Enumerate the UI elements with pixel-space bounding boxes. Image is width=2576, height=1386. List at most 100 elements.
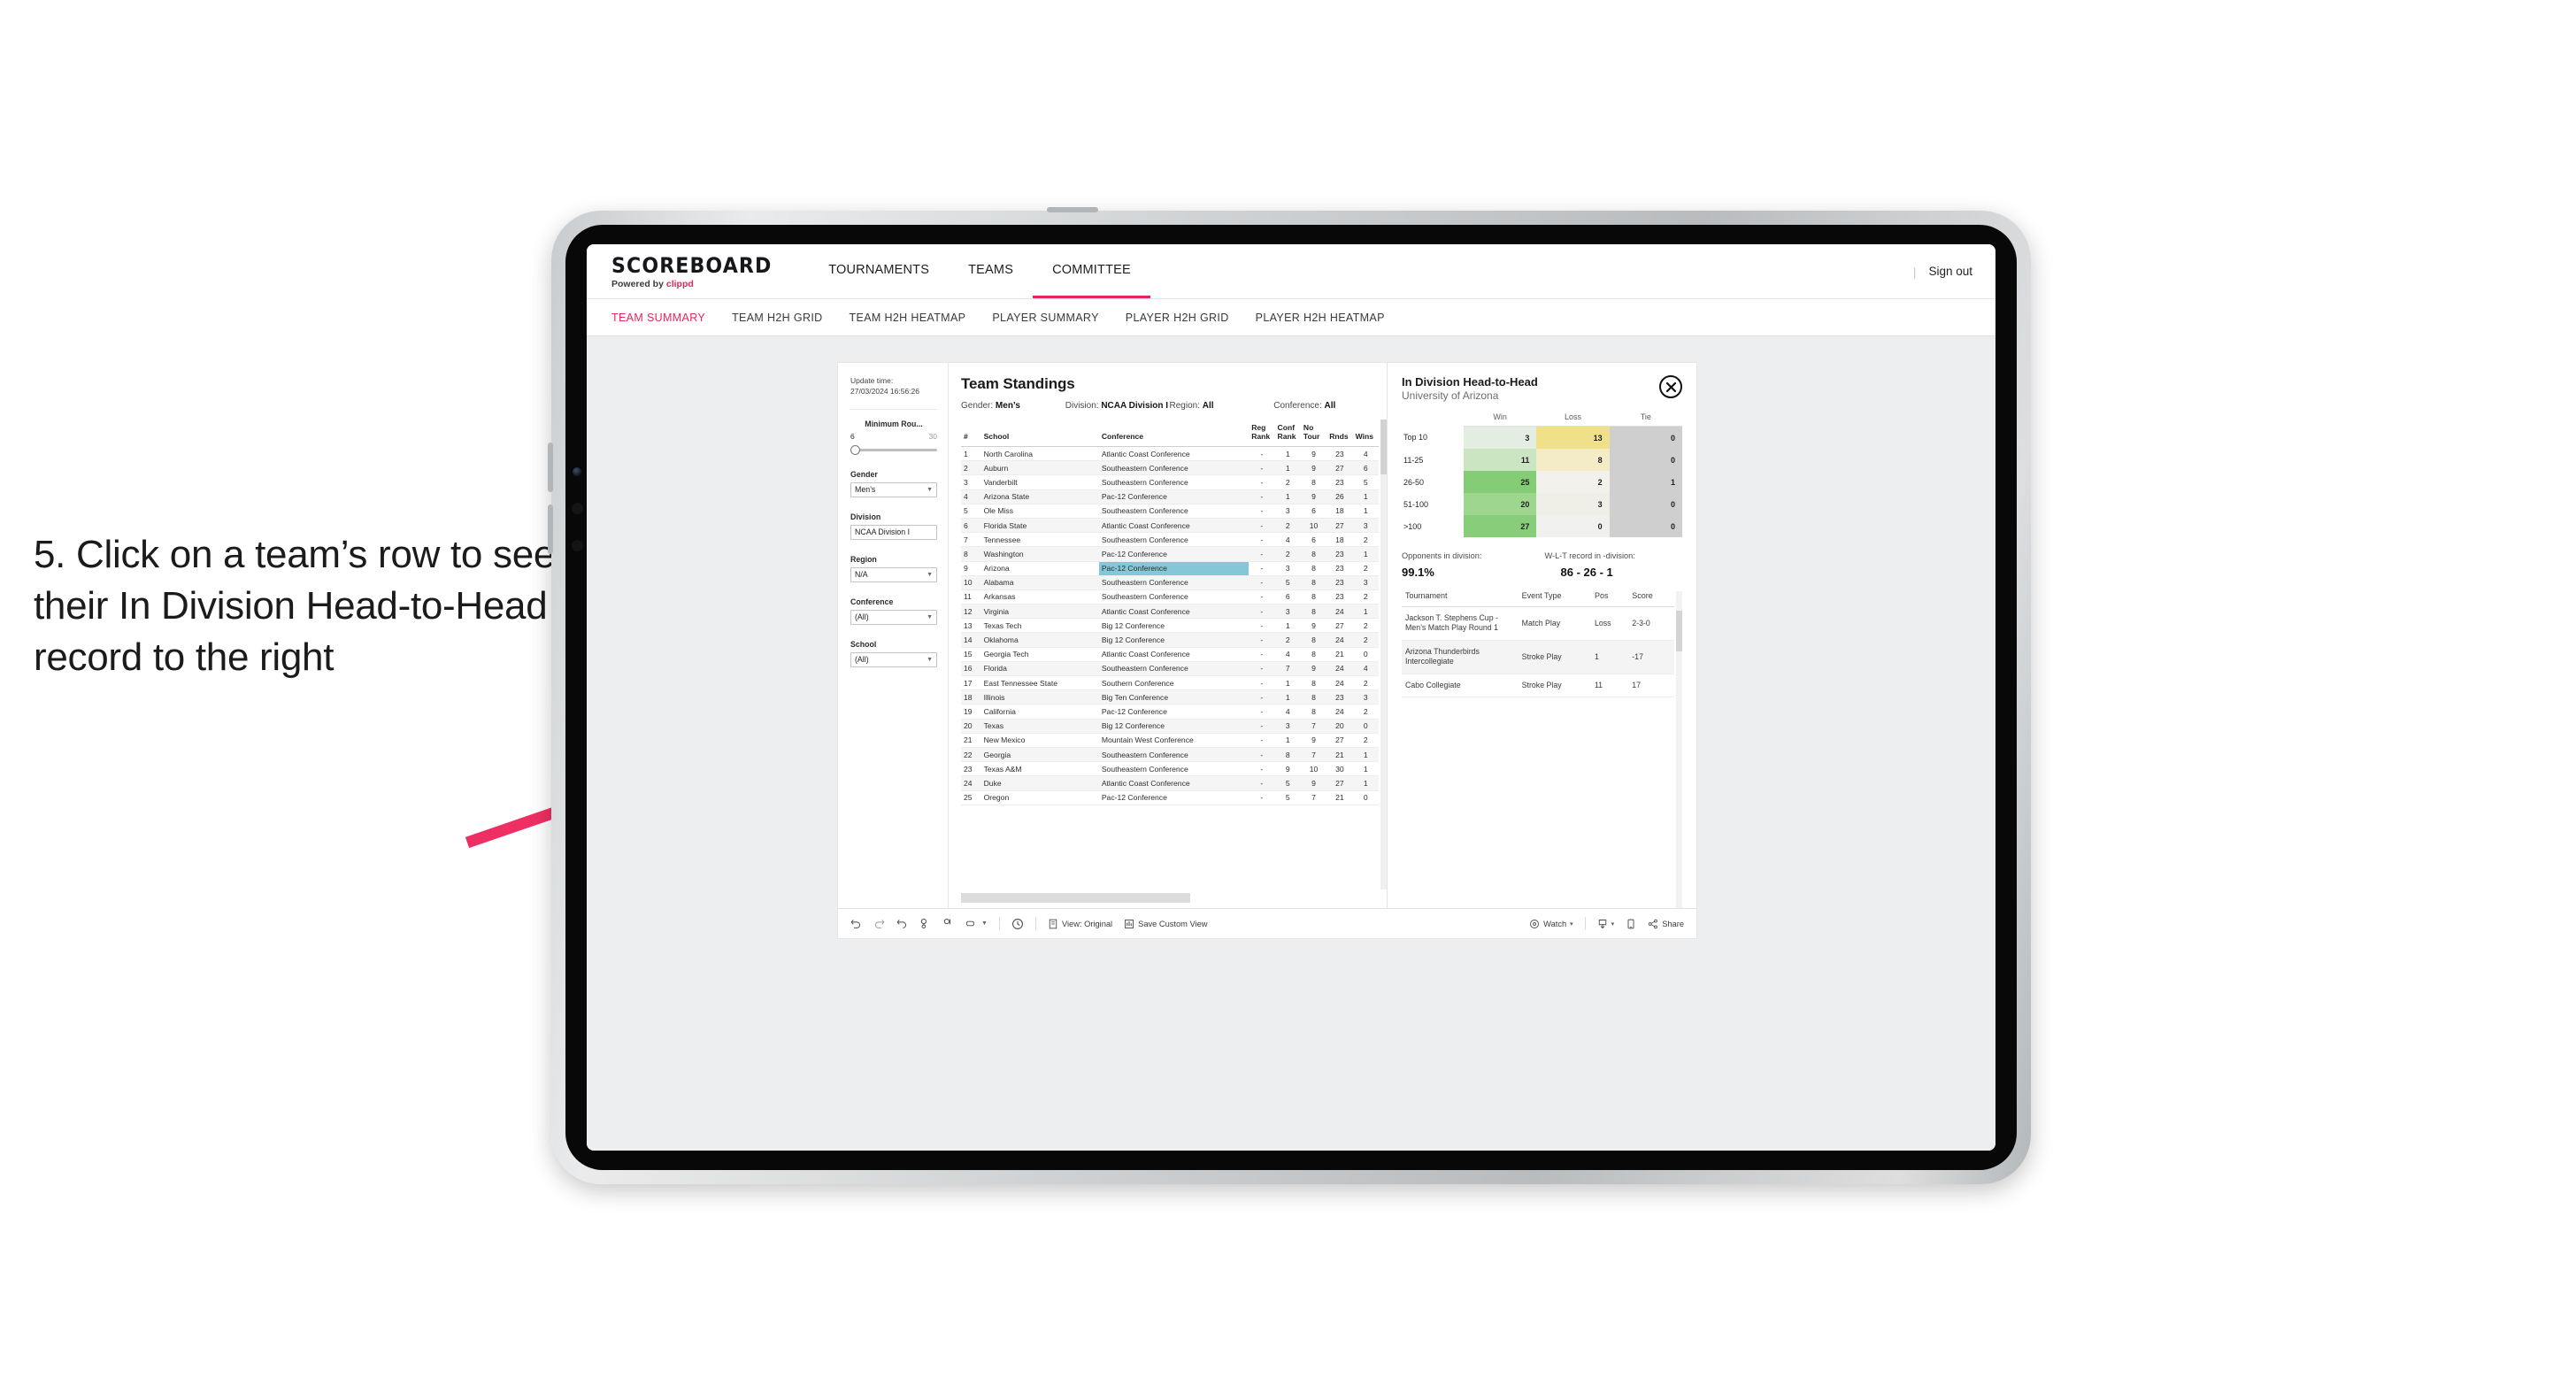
clock-icon[interactable] bbox=[1011, 918, 1024, 930]
col-rank[interactable]: # bbox=[961, 420, 981, 447]
tab-player-summary[interactable]: PLAYER SUMMARY bbox=[992, 312, 1098, 324]
pause-icon[interactable] bbox=[942, 918, 954, 929]
tournament-row[interactable]: Arizona Thunderbirds Intercollegiate Stro… bbox=[1402, 640, 1674, 674]
redo-icon[interactable] bbox=[873, 918, 885, 929]
standings-table-wrap: # School Conference Reg Rank Conf Rank N… bbox=[961, 420, 1387, 889]
table-row[interactable]: 24 Duke Atlantic Coast Conference -5 9 27 1 bbox=[961, 775, 1379, 791]
refresh-icon[interactable] bbox=[919, 918, 931, 929]
slider-handle[interactable] bbox=[850, 444, 860, 455]
table-row[interactable]: 9 Arizona Pac-12 Conference -3 8 23 2 bbox=[961, 561, 1379, 576]
table-row[interactable]: 1 North Carolina Atlantic Coast Conference… bbox=[961, 446, 1379, 462]
sign-out-link[interactable]: Sign out bbox=[1928, 265, 1972, 278]
col-event-type[interactable]: Event Type bbox=[1518, 591, 1591, 607]
device-layout-icon[interactable] bbox=[1626, 919, 1636, 929]
col-school[interactable]: School bbox=[980, 420, 1099, 447]
table-row[interactable]: 12 Virginia Atlantic Coast Conference -3 8 24… bbox=[961, 604, 1379, 620]
slider-max-value: 30 bbox=[928, 431, 937, 441]
cell-rank: 13 bbox=[961, 618, 981, 634]
save-custom-view-button[interactable]: Save Custom View bbox=[1124, 919, 1208, 929]
tab-team-summary[interactable]: TEAM SUMMARY bbox=[611, 312, 705, 324]
tournament-vertical-scrollbar[interactable] bbox=[1676, 591, 1682, 908]
tournament-row[interactable]: Jackson T. Stephens Cup - Men’s Match Pl… bbox=[1402, 606, 1674, 641]
table-row[interactable]: 21 New Mexico Mountain West Conference -1 9 2… bbox=[961, 733, 1379, 748]
watch-button[interactable]: Watch ▾ bbox=[1529, 919, 1573, 929]
tab-player-h2h-heatmap[interactable]: PLAYER H2H HEATMAP bbox=[1256, 312, 1385, 324]
tab-player-h2h-grid[interactable]: PLAYER H2H GRID bbox=[1126, 312, 1229, 324]
col-score[interactable]: Score bbox=[1628, 591, 1674, 607]
table-row[interactable]: 8 Washington Pac-12 Conference -2 8 23 1 bbox=[961, 546, 1379, 562]
view-original-button[interactable]: View: Original bbox=[1048, 919, 1112, 929]
table-row[interactable]: 20 Texas Big 12 Conference -3 7 20 0 bbox=[961, 719, 1379, 734]
table-row[interactable]: 4 Arizona State Pac-12 Conference -1 9 26 1 bbox=[961, 489, 1379, 504]
volume-up-button[interactable] bbox=[548, 443, 553, 492]
cell-position: 1 bbox=[1590, 640, 1629, 674]
col-rnds[interactable]: Rnds bbox=[1326, 420, 1353, 447]
col-conf-rank[interactable]: Conf Rank bbox=[1274, 420, 1301, 447]
tournament-scrollbar-thumb[interactable] bbox=[1676, 611, 1682, 651]
table-row[interactable]: 18 Illinois Big Ten Conference -1 8 23 3 bbox=[961, 689, 1379, 705]
power-button[interactable] bbox=[1047, 207, 1098, 212]
table-row[interactable]: 19 California Pac-12 Conference -4 8 24 2 bbox=[961, 704, 1379, 720]
minimum-rounds-slider[interactable] bbox=[850, 444, 937, 455]
table-row[interactable]: 13 Texas Tech Big 12 Conference -1 9 27 2 bbox=[961, 618, 1379, 634]
tournament-row[interactable]: Cabo Collegiate Stroke Play 11 17 bbox=[1402, 674, 1674, 698]
tab-team-h2h-heatmap[interactable]: TEAM H2H HEATMAP bbox=[850, 312, 966, 324]
table-row[interactable]: 16 Florida Southeastern Conference -7 9 24 4 bbox=[961, 661, 1379, 677]
standings-scroll-area[interactable]: # School Conference Reg Rank Conf Rank N… bbox=[961, 420, 1379, 889]
hscrollbar-thumb[interactable] bbox=[961, 893, 1191, 903]
table-row[interactable]: 3 Vanderbilt Southeastern Conference -2 8 23 5 bbox=[961, 474, 1379, 490]
division-select[interactable]: NCAA Division I bbox=[850, 524, 937, 540]
col-conference[interactable]: Conference bbox=[1098, 420, 1250, 447]
cell-no-tour: 9 bbox=[1300, 489, 1327, 504]
col-tournament[interactable]: Tournament bbox=[1402, 591, 1519, 607]
rect-select-icon[interactable]: ▼ bbox=[965, 918, 988, 929]
cell-reg-rank: - bbox=[1249, 647, 1275, 662]
standings-horizontal-scrollbar[interactable] bbox=[961, 893, 1378, 903]
table-row[interactable]: 6 Florida State Atlantic Coast Conference -… bbox=[961, 518, 1379, 534]
share-button[interactable]: Share bbox=[1648, 919, 1684, 929]
download-icon[interactable]: ▾ bbox=[1597, 919, 1614, 929]
col-no-tour[interactable]: No Tour bbox=[1300, 420, 1327, 447]
col-wins[interactable]: Wins bbox=[1352, 420, 1379, 447]
cell-rnds: 23 bbox=[1326, 589, 1353, 605]
table-row[interactable]: 25 Oregon Pac-12 Conference -5 7 21 0 bbox=[961, 790, 1379, 805]
table-row[interactable]: 11 Arkansas Southeastern Conference -6 8 23 2 bbox=[961, 589, 1379, 605]
table-row[interactable]: 17 East Tennessee State Southern Conferenc… bbox=[961, 675, 1379, 691]
tab-team-h2h-grid[interactable]: TEAM H2H GRID bbox=[732, 312, 822, 324]
nav-tournaments[interactable]: TOURNAMENTS bbox=[809, 244, 949, 298]
cell-reg-rank: - bbox=[1249, 689, 1275, 705]
table-row[interactable]: 10 Alabama Southeastern Conference -5 8 23 3 bbox=[961, 575, 1379, 590]
table-row[interactable]: 22 Georgia Southeastern Conference -8 7 21 1 bbox=[961, 747, 1379, 763]
revert-icon[interactable] bbox=[896, 918, 908, 929]
undo-icon[interactable] bbox=[850, 918, 862, 929]
volume-down-button[interactable] bbox=[548, 504, 553, 554]
gender-select[interactable]: Men’s ▼ bbox=[850, 481, 937, 497]
conference-select[interactable]: (All) ▼ bbox=[850, 609, 937, 625]
col-reg-rank[interactable]: Reg Rank bbox=[1249, 420, 1275, 447]
school-select[interactable]: (All) ▼ bbox=[850, 651, 937, 667]
table-row[interactable]: 15 Georgia Tech Atlantic Coast Conference -… bbox=[961, 647, 1379, 662]
cell-school: Tennessee bbox=[980, 532, 1099, 548]
nav-committee[interactable]: COMMITTEE bbox=[1033, 244, 1150, 298]
nav-teams[interactable]: TEAMS bbox=[949, 244, 1033, 298]
tournament-scroll-area[interactable]: Tournament Event Type Pos Score Jackson … bbox=[1402, 591, 1674, 908]
cell-conf-rank: 8 bbox=[1274, 747, 1301, 763]
cell-position: Loss bbox=[1590, 606, 1629, 641]
region-select[interactable]: N/A ▼ bbox=[850, 566, 937, 582]
brand-logo[interactable]: SCOREBOARD Powered by clippd bbox=[587, 244, 809, 298]
table-row[interactable]: 7 Tennessee Southeastern Conference -4 6 18 2 bbox=[961, 532, 1379, 548]
standings-vertical-scrollbar[interactable] bbox=[1380, 420, 1387, 889]
table-row[interactable]: 23 Texas A&M Southeastern Conference -9 10 30… bbox=[961, 761, 1379, 777]
h2h-titles: In Division Head-to-Head University of A… bbox=[1402, 375, 1538, 402]
cell-tournament-name: Jackson T. Stephens Cup - Men’s Match Pl… bbox=[1402, 606, 1519, 641]
table-row[interactable]: 5 Ole Miss Southeastern Conference -3 6 18 1 bbox=[961, 504, 1379, 519]
close-icon[interactable] bbox=[1659, 375, 1682, 398]
cell-reg-rank: - bbox=[1249, 546, 1275, 562]
cell-conf-rank: 5 bbox=[1274, 575, 1301, 590]
h2h-col-loss: Loss bbox=[1536, 412, 1610, 427]
cell-conf-rank: 1 bbox=[1274, 618, 1301, 634]
scrollbar-thumb[interactable] bbox=[1380, 420, 1387, 474]
col-pos[interactable]: Pos bbox=[1590, 591, 1629, 607]
table-row[interactable]: 14 Oklahoma Big 12 Conference -2 8 24 2 bbox=[961, 632, 1379, 648]
table-row[interactable]: 2 Auburn Southeastern Conference -1 9 27 6 bbox=[961, 460, 1379, 476]
